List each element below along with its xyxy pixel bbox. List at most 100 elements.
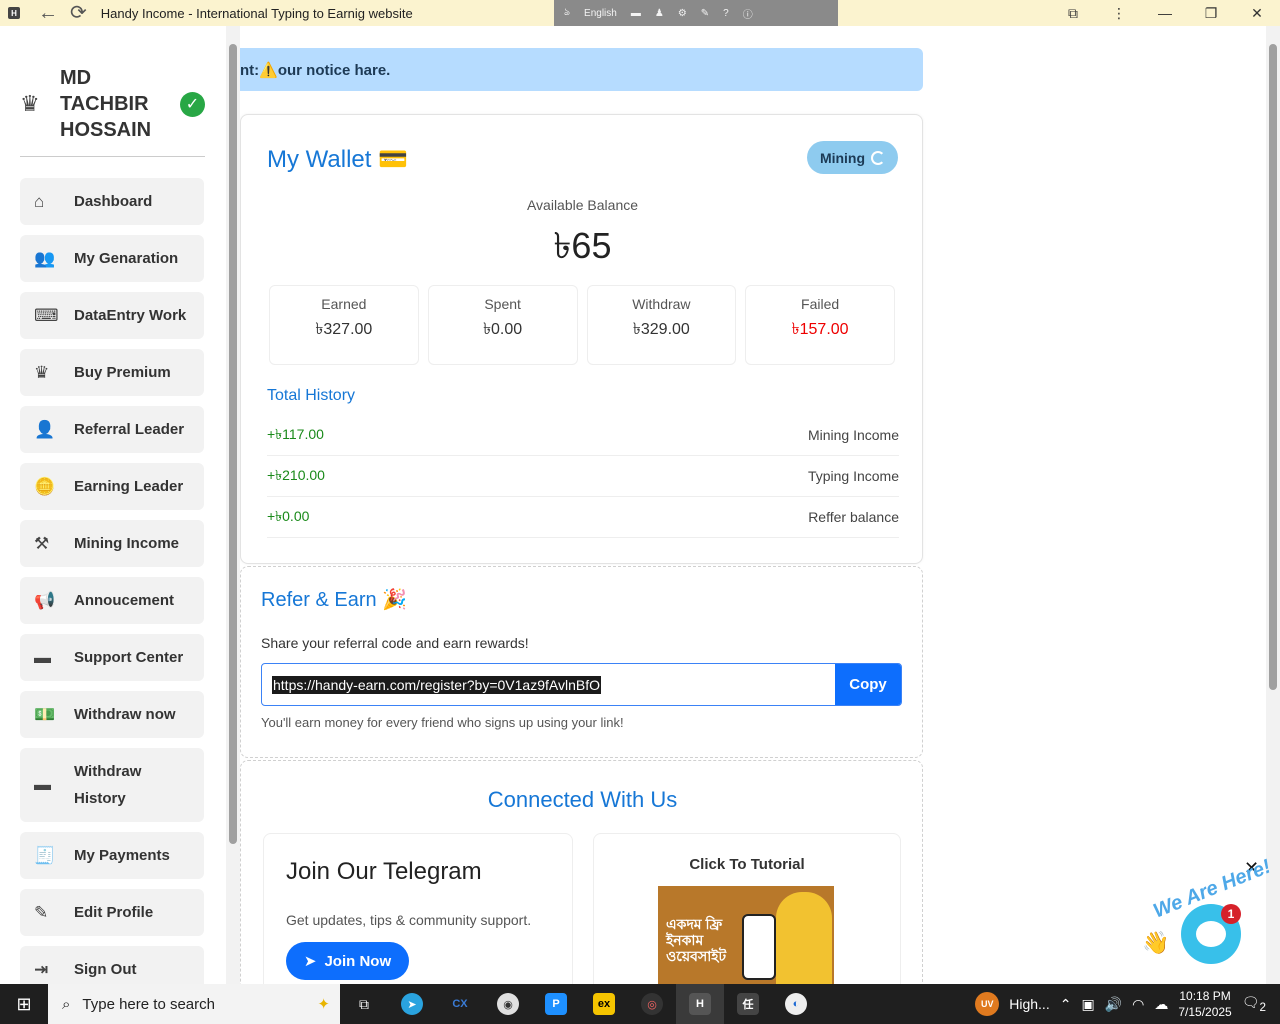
- sidebar-item-withdraw-history[interactable]: ▬ Withdraw History: [20, 748, 204, 822]
- waving-hand-icon: 👋: [1142, 930, 1170, 955]
- sidebar-item-referral-leader[interactable]: 👤 Referral Leader: [20, 406, 204, 453]
- sidebar-item-label: Referral Leader: [74, 421, 185, 438]
- clock[interactable]: 10:18 PM 7/15/2025: [1178, 988, 1231, 1020]
- stat-label: Failed: [801, 296, 840, 312]
- referral-link-input[interactable]: https://handy-earn.com/register?by=0V1az…: [262, 664, 835, 705]
- sidebar-scrollbar[interactable]: [226, 26, 240, 984]
- browser-app-icon[interactable]: ◎: [628, 984, 676, 1024]
- sidebar-scroll-thumb[interactable]: [229, 44, 237, 844]
- clock-time: 10:18 PM: [1179, 989, 1231, 1003]
- bmw-app-icon[interactable]: ◐: [772, 984, 820, 1024]
- window-controls: ⧉ ⋮ — ❐ ✕: [1050, 0, 1280, 26]
- ex-app-icon[interactable]: ex: [580, 984, 628, 1024]
- join-now-button[interactable]: ➤ Join Now: [286, 942, 409, 980]
- task-view-icon[interactable]: ⧉: [340, 984, 388, 1024]
- sidebar-item-my-generation[interactable]: 👥 My Genaration: [20, 235, 204, 282]
- close-icon[interactable]: ✕: [1234, 5, 1280, 22]
- uv-icon[interactable]: UV: [975, 992, 1000, 1016]
- favicon-icon: H: [8, 7, 20, 19]
- refer-card: Refer & Earn 🎉 Share your referral code …: [240, 566, 923, 758]
- total-history-title: Total History: [267, 387, 356, 404]
- bullhorn-icon: 📢: [34, 590, 56, 610]
- sidebar-item-support-center[interactable]: ▬ Support Center: [20, 634, 204, 681]
- tutorial-title: Click To Tutorial: [689, 856, 805, 873]
- figure-icon[interactable]: ♟: [655, 8, 664, 19]
- camera-icon[interactable]: ▣: [1081, 996, 1094, 1013]
- sidebar-item-label: My Genaration: [74, 250, 179, 267]
- minimize-icon[interactable]: —: [1142, 5, 1188, 21]
- reload-icon[interactable]: ⟳: [70, 3, 87, 23]
- sidebar-item-buy-premium[interactable]: ♛ Buy Premium: [20, 349, 204, 396]
- stat-withdraw: Withdraw ৳329.00: [586, 285, 737, 365]
- chrome-icon[interactable]: ◉: [484, 984, 532, 1024]
- history-label: Typing Income: [807, 468, 899, 484]
- sidebar-item-label: Sign Out: [74, 961, 137, 978]
- tray-label[interactable]: High...: [1009, 996, 1049, 1012]
- connect-title: Connected With Us: [487, 787, 678, 812]
- sidebar-item-edit-profile[interactable]: ✎ Edit Profile: [20, 889, 204, 936]
- chevron-up-icon[interactable]: ⌃: [1060, 996, 1072, 1013]
- sidebar-item-announcement[interactable]: 📢 Annoucement: [20, 577, 204, 624]
- handy-app-icon[interactable]: H: [676, 984, 724, 1024]
- user-name: MD TACHBIR HOSSAIN: [60, 67, 152, 141]
- wifi-icon[interactable]: ◠: [1132, 996, 1144, 1013]
- app-icon[interactable]: CX: [436, 984, 484, 1024]
- history-amount: +৳117.00: [267, 426, 324, 442]
- stat-value: ৳0.00: [483, 321, 523, 338]
- sidebar-item-my-payments[interactable]: 🧾 My Payments: [20, 832, 204, 879]
- mining-status-button[interactable]: Mining: [807, 141, 898, 174]
- available-balance-label: Available Balance: [526, 197, 639, 213]
- refer-note: You'll earn money for every friend who s…: [261, 715, 624, 730]
- sidebar-item-mining-income[interactable]: ⚒ Mining Income: [20, 520, 204, 567]
- referral-link-text[interactable]: https://handy-earn.com/register?by=0V1az…: [272, 675, 601, 694]
- notification-icon[interactable]: 🗨2: [1242, 994, 1266, 1014]
- user-profile: ♛ MD TACHBIR HOSSAIN ✓: [20, 50, 205, 158]
- sidebar-item-label: Mining Income: [74, 535, 179, 552]
- telegram-app-icon[interactable]: ➤: [388, 984, 436, 1024]
- page-scrollbar[interactable]: [1266, 26, 1280, 984]
- cloud-icon[interactable]: ☁: [1154, 996, 1168, 1013]
- notice-banner: nt:⚠️our notice hare.: [240, 48, 923, 91]
- ime-language[interactable]: English: [584, 8, 617, 19]
- stat-value: ৳157.00: [791, 321, 849, 338]
- sidebar-divider: [20, 156, 205, 157]
- stat-value: ৳327.00: [315, 321, 373, 338]
- copy-button[interactable]: Copy: [835, 664, 901, 705]
- p-app-icon[interactable]: P: [532, 984, 580, 1024]
- extensions-icon[interactable]: ⧉: [1050, 5, 1096, 22]
- ime-logo-icon[interactable]: ঌ: [564, 5, 570, 22]
- text-app-icon[interactable]: 任: [724, 984, 772, 1024]
- sidebar-item-dataentry-work[interactable]: ⌨ DataEntry Work: [20, 292, 204, 339]
- sidebar-item-earning-leader[interactable]: 🪙 Earning Leader: [20, 463, 204, 510]
- join-now-label: Join Now: [324, 952, 392, 970]
- system-tray: UV High... ⌃ ▣ 🔊 ◠ ☁ 10:18 PM 7/15/2025 🗨…: [975, 984, 1280, 1024]
- home-icon: ⌂: [34, 191, 45, 211]
- referral-link-group: https://handy-earn.com/register?by=0V1az…: [261, 663, 902, 706]
- help-icon[interactable]: ?: [723, 8, 729, 19]
- stat-earned: Earned ৳327.00: [269, 285, 419, 365]
- info-icon[interactable]: ⓘ: [743, 6, 753, 21]
- sidebar-item-withdraw-now[interactable]: 💵 Withdraw now: [20, 691, 204, 738]
- spinner-icon: [871, 150, 886, 165]
- windows-start-icon[interactable]: ⊞: [0, 984, 48, 1024]
- tutorial-banner-text: একদম ফ্রি ইনকাম ওয়েবসাইট: [666, 916, 727, 964]
- keyboard-icon[interactable]: ▬: [631, 8, 641, 19]
- gear-icon[interactable]: ⚙: [678, 8, 687, 19]
- page-scroll-thumb[interactable]: [1269, 44, 1277, 690]
- restore-icon[interactable]: ❐: [1188, 5, 1234, 22]
- sidebar-item-dashboard[interactable]: ⌂ Dashboard: [20, 178, 204, 225]
- menu-dots-icon[interactable]: ⋮: [1096, 5, 1142, 22]
- signout-icon: ⇥: [34, 959, 49, 979]
- sidebar: ♛ MD TACHBIR HOSSAIN ✓ ⌂ Dashboard 👥 My Ge…: [0, 26, 226, 984]
- user-edit-icon: ✎: [34, 902, 49, 922]
- refer-subtitle: Share your referral code and earn reward…: [261, 635, 529, 651]
- sidebar-item-sign-out[interactable]: ⇥ Sign Out: [20, 946, 204, 984]
- tutorial-thumbnail[interactable]: একদম ফ্রি ইনকাম ওয়েবসাইট: [658, 886, 834, 984]
- user-group-icon: 👤: [34, 419, 56, 439]
- volume-icon[interactable]: 🔊: [1105, 996, 1122, 1013]
- sidebar-item-label: DataEntry Work: [74, 307, 187, 324]
- taskbar-search[interactable]: ⌕ Type here to search ✦: [48, 984, 340, 1024]
- pen-icon[interactable]: ✎: [701, 8, 709, 19]
- party-popper-icon: 🎉: [382, 589, 408, 611]
- back-arrow-icon[interactable]: ←: [38, 3, 58, 23]
